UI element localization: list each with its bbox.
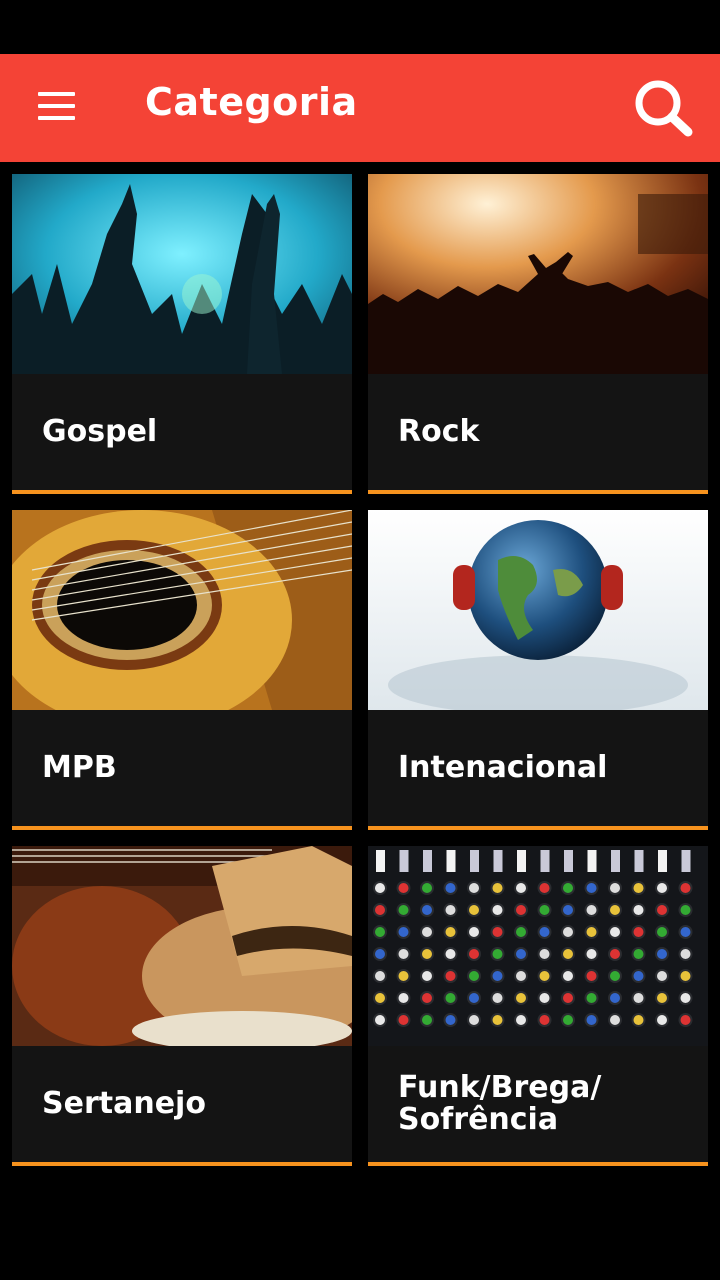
category-label: Gospel: [42, 414, 158, 449]
card-underline: [368, 1162, 708, 1166]
mpb-image: [12, 510, 352, 710]
rock-image: [368, 174, 708, 374]
card-underline: [12, 490, 352, 494]
menu-button[interactable]: [28, 84, 84, 128]
intenacional-image: [368, 510, 708, 710]
sertanejo-image: [12, 846, 352, 1046]
category-card-mpb[interactable]: MPB: [12, 510, 352, 830]
category-label: Rock: [398, 414, 480, 449]
category-card-funk-brega-sofrencia[interactable]: Funk/Brega/ Sofrência: [368, 846, 708, 1166]
status-bar: [0, 0, 720, 54]
category-card-intenacional[interactable]: Intenacional: [368, 510, 708, 830]
search-button[interactable]: [628, 76, 698, 140]
category-label: Intenacional: [398, 750, 608, 785]
card-underline: [12, 826, 352, 830]
category-label: Funk/Brega/ Sofrência: [398, 1070, 602, 1137]
category-label: MPB: [42, 750, 117, 785]
page-title: Categoria: [145, 80, 358, 124]
category-label: Sertanejo: [42, 1086, 206, 1121]
card-underline: [12, 1162, 352, 1166]
gospel-image: [12, 174, 352, 374]
card-underline: [368, 826, 708, 830]
category-card-gospel[interactable]: Gospel: [12, 174, 352, 494]
app-bar: Categoria: [0, 54, 720, 162]
card-underline: [368, 490, 708, 494]
search-icon: [635, 80, 693, 137]
funk-brega-sofrencia-image: [368, 846, 708, 1046]
category-card-sertanejo[interactable]: Sertanejo: [12, 846, 352, 1166]
category-card-rock[interactable]: Rock: [368, 174, 708, 494]
